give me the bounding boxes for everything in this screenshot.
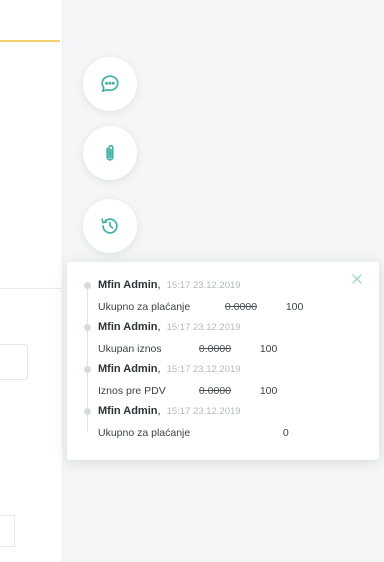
history-entry-header: Mfin Admin, 15:17 23.12.2019 — [98, 363, 241, 375]
entry-author: Mfin Admin — [98, 321, 158, 333]
form-input-field[interactable] — [0, 344, 28, 380]
entry-author: Mfin Admin — [98, 363, 158, 375]
new-value: 100 — [259, 343, 278, 355]
chat-bubble-icon — [99, 73, 121, 95]
history-entry-header: Mfin Admin, 15:17 23.12.2019 — [98, 279, 241, 291]
entry-timestamp: 15:17 23.12.2019 — [166, 322, 241, 333]
entry-author: Mfin Admin — [98, 279, 158, 291]
form-input-field-bottom[interactable] — [0, 515, 15, 547]
history-entry-header: Mfin Admin, 15:17 23.12.2019 — [98, 405, 241, 417]
history-entry-change: Ukupno za plaćanje 0 — [98, 427, 289, 439]
history-panel: Mfin Admin, 15:17 23.12.2019 Ukupno za p… — [67, 262, 379, 460]
new-value: 100 — [259, 385, 278, 397]
close-history-button[interactable] — [351, 272, 365, 286]
close-icon — [351, 272, 363, 289]
entry-author: Mfin Admin — [98, 405, 158, 417]
attachments-button[interactable] — [83, 126, 137, 180]
comments-button[interactable] — [83, 57, 137, 111]
changed-field-name: Ukupan iznos — [98, 343, 162, 355]
changed-field-name: Ukupno za plaćanje — [98, 301, 191, 313]
timeline-dot — [84, 366, 91, 373]
entry-timestamp: 15:17 23.12.2019 — [166, 364, 241, 375]
new-value: 0 — [282, 427, 289, 439]
changed-field-name: Iznos pre PDV — [98, 385, 166, 397]
history-entry-change: Iznos pre PDV 0.0000 100 — [98, 385, 277, 397]
timeline-dot — [84, 282, 91, 289]
active-tab-indicator — [0, 40, 60, 42]
paperclip-icon — [99, 142, 121, 164]
changed-field-name: Ukupno za plaćanje — [98, 427, 191, 439]
old-value: 0.0000 — [224, 301, 258, 313]
document-form-panel — [0, 0, 63, 562]
history-entry-change: Ukupno za plaćanje 0.0000 100 — [98, 301, 303, 313]
history-clock-icon — [99, 215, 121, 237]
old-value: 0.0000 — [198, 385, 232, 397]
old-value: 0.0000 — [198, 343, 232, 355]
history-button[interactable] — [83, 199, 137, 253]
timeline-dot — [84, 324, 91, 331]
history-entry-header: Mfin Admin, 15:17 23.12.2019 — [98, 321, 241, 333]
timeline-dot — [84, 408, 91, 415]
entry-timestamp: 15:17 23.12.2019 — [166, 280, 241, 291]
entry-timestamp: 15:17 23.12.2019 — [166, 406, 241, 417]
history-entry-change: Ukupan iznos 0.0000 100 — [98, 343, 277, 355]
new-value: 100 — [285, 301, 304, 313]
form-divider — [0, 288, 62, 289]
